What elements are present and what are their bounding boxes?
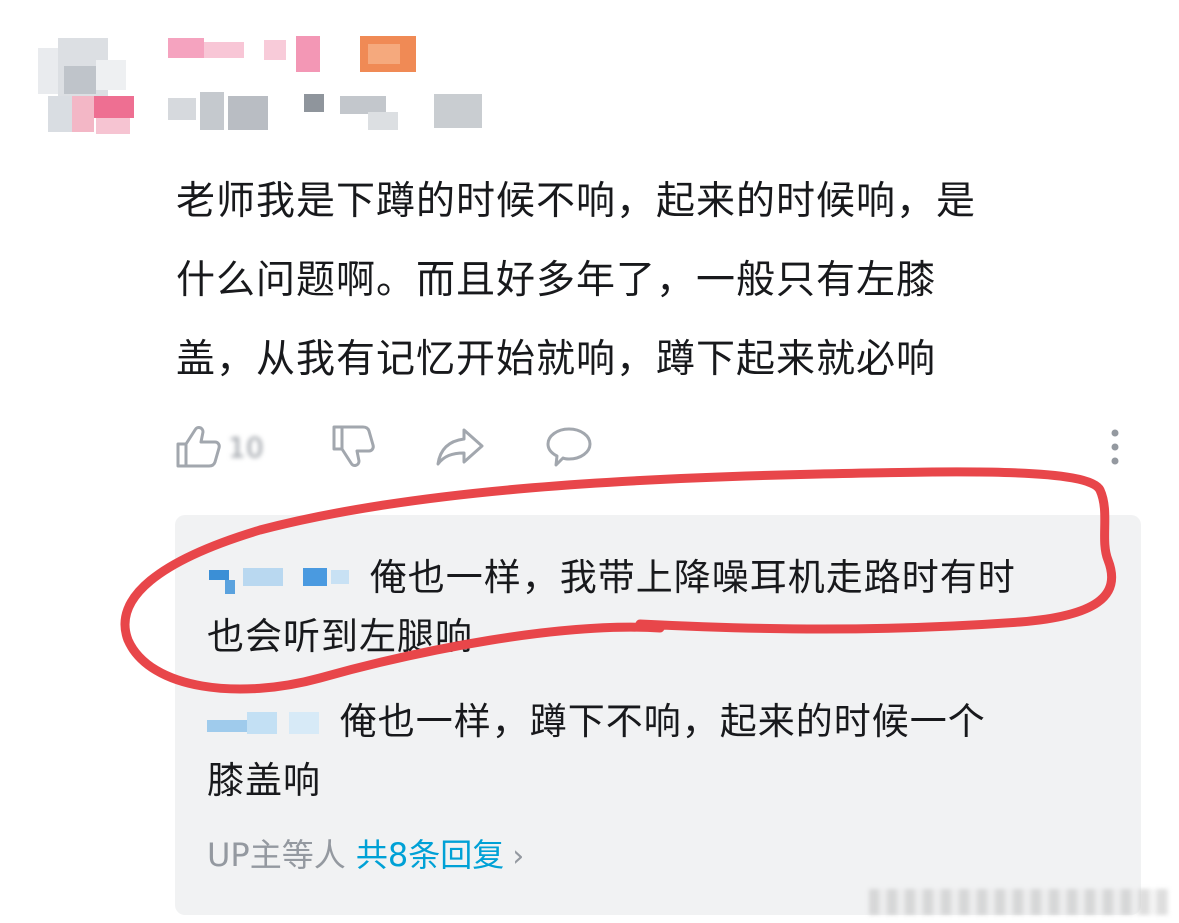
reply-text: 俺也一样，我带上降噪耳机走路时有时: [369, 556, 1016, 599]
watermark: [869, 889, 1169, 915]
reply-text-line2: 也会听到左腿响: [207, 615, 473, 658]
reply-preview-box: 俺也一样，我带上降噪耳机走路时有时 也会听到左腿响 俺也一样，蹲下不响，起来的时…: [175, 515, 1141, 915]
reply-item[interactable]: 俺也一样，蹲下不响，起来的时候一个 膝盖响: [207, 690, 1107, 810]
comment-action-bar: 10: [170, 418, 1130, 476]
reply-button[interactable]: [544, 418, 594, 476]
thumbs-up-icon: [174, 424, 224, 470]
like-button[interactable]: 10: [174, 418, 264, 476]
share-button[interactable]: [436, 418, 486, 476]
comment-line: 什么问题啊。而且好多年了，一般只有左膝: [176, 258, 937, 303]
avatar[interactable]: [38, 38, 138, 134]
dislike-button[interactable]: [330, 418, 376, 476]
speech-bubble-icon: [544, 424, 594, 470]
comment-body: 老师我是下蹲的时候不响，起来的时候响，是 什么问题啊。而且好多年了，一般只有左膝…: [176, 162, 1116, 399]
reply-item[interactable]: 俺也一样，我带上降噪耳机走路时有时 也会听到左腿响: [207, 546, 1107, 666]
comment-line: 盖，从我有记忆开始就响，蹲下起来就必响: [176, 337, 937, 382]
chevron-right-icon: ›: [512, 839, 525, 874]
more-options-button[interactable]: [1108, 418, 1122, 476]
reply-username-blurred[interactable]: [207, 702, 327, 742]
reply-text-line2: 膝盖响: [207, 759, 321, 802]
reply-username-blurred[interactable]: [207, 558, 357, 598]
comment-line: 老师我是下蹲的时候不响，起来的时候响，是: [176, 179, 977, 224]
share-icon: [436, 426, 486, 468]
username-blurred[interactable]: [168, 36, 418, 76]
view-more-replies-link[interactable]: UP主等人 共8条回复 ›: [207, 833, 524, 879]
reply-text: 俺也一样，蹲下不响，起来的时候一个: [339, 700, 986, 743]
more-replies-prefix: UP主等人: [207, 836, 356, 874]
more-replies-count: 共8条回复: [355, 836, 505, 874]
thumbs-down-icon: [330, 423, 376, 471]
comment-meta-blurred: [168, 92, 498, 132]
vertical-ellipsis-icon: [1108, 427, 1122, 467]
like-count: 10: [228, 430, 264, 464]
